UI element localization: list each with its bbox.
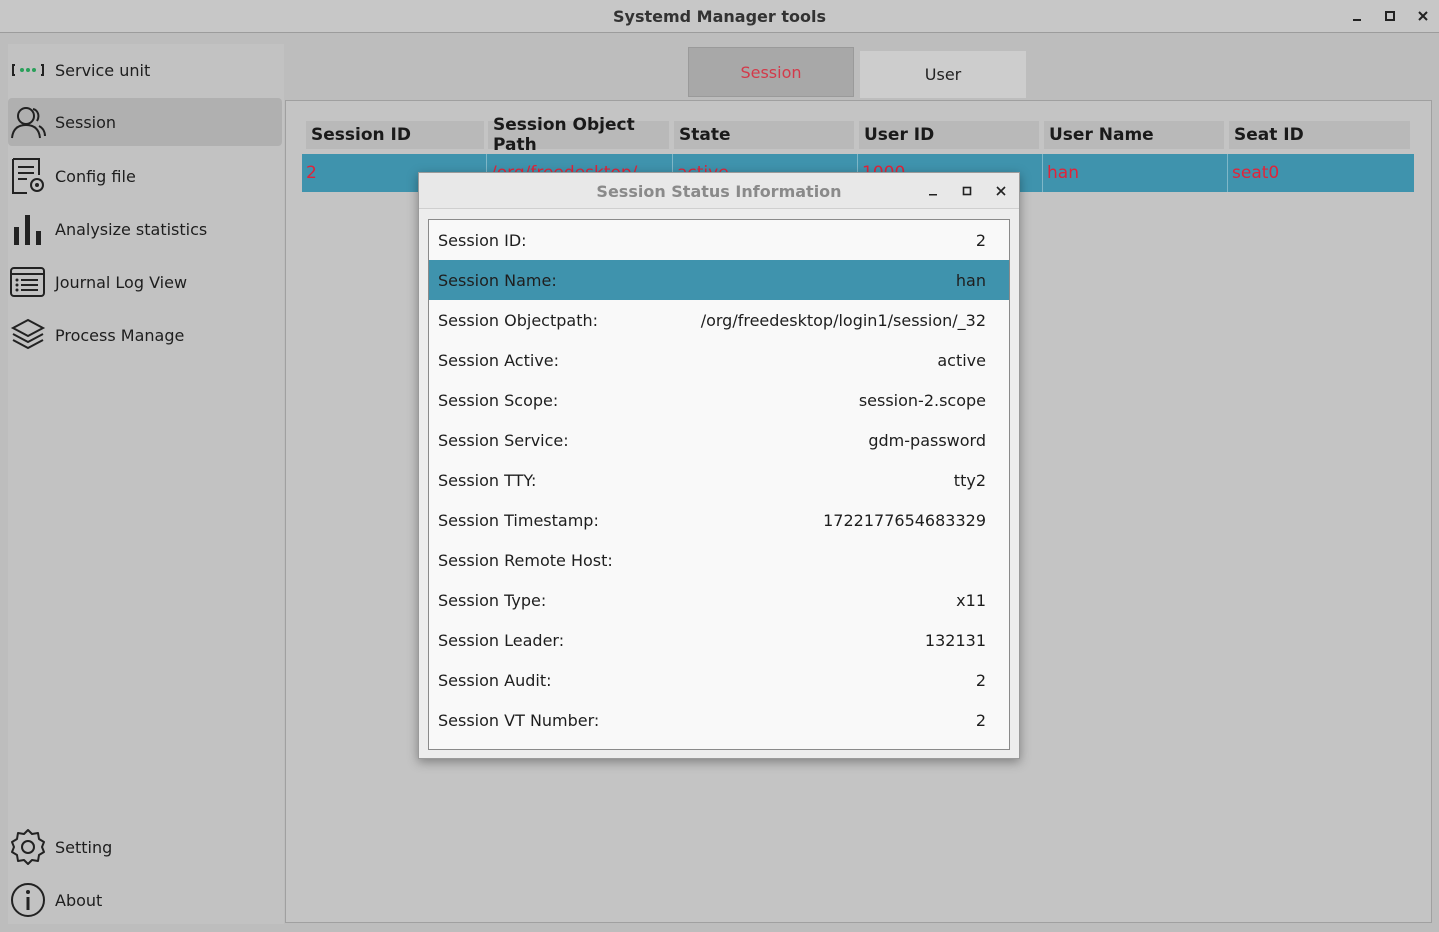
- info-label: Session Timestamp:: [438, 510, 599, 530]
- sidebar-item-config-file[interactable]: Config file: [8, 152, 282, 200]
- info-row[interactable]: Session Scope: session-2.scope: [429, 380, 1009, 420]
- session-status-dialog: Session Status Information Session ID: 2 S…: [418, 172, 1020, 759]
- info-row[interactable]: Session Objectpath: /org/freedesktop/logi…: [429, 300, 1009, 340]
- cell-seat-id: seat0: [1232, 163, 1280, 183]
- close-icon: [1418, 11, 1428, 21]
- info-value: 2: [975, 670, 986, 690]
- config-file-icon: [8, 156, 48, 196]
- column-header-user-id[interactable]: User ID: [859, 121, 1039, 149]
- sidebar-item-label: Analysize statistics: [55, 219, 208, 239]
- info-label: Session Scope:: [438, 390, 559, 410]
- dialog-maximize-button[interactable]: [957, 181, 977, 201]
- tab-user[interactable]: User: [860, 51, 1026, 98]
- sidebar-item-label: Journal Log View: [55, 272, 188, 292]
- sidebar-item-label: Setting: [55, 837, 113, 857]
- info-value: 2: [975, 230, 986, 250]
- info-row[interactable]: Session Leader: 132131: [429, 620, 1009, 660]
- dialog-minimize-button[interactable]: [923, 181, 943, 201]
- info-label: Session Remote Host:: [438, 550, 613, 570]
- info-label: Session Name:: [438, 270, 557, 290]
- info-icon: [8, 880, 48, 920]
- session-info-list: Session ID: 2 Session Name: han Session Obje…: [428, 219, 1010, 750]
- tab-session[interactable]: Session: [688, 47, 854, 97]
- dialog-titlebar[interactable]: Session Status Information: [419, 173, 1019, 209]
- close-button[interactable]: [1411, 4, 1435, 28]
- sidebar-item-session[interactable]: Session: [8, 98, 282, 146]
- bar-chart-icon: [8, 209, 48, 249]
- close-icon: [996, 186, 1006, 196]
- journal-icon: [8, 262, 48, 302]
- info-label: Session Audit:: [438, 670, 552, 690]
- info-row[interactable]: Session Timestamp: 1722177654683329: [429, 500, 1009, 540]
- info-row[interactable]: Session Service: gdm-password: [429, 420, 1009, 460]
- sidebar-item-label: Config file: [55, 166, 136, 186]
- info-row[interactable]: Session VT Number: 2: [429, 700, 1009, 740]
- info-value: han: [955, 270, 986, 290]
- info-value: 1722177654683329: [823, 510, 986, 530]
- sidebar-item-about[interactable]: About: [8, 876, 282, 924]
- sidebar-item-label: Service unit: [55, 60, 151, 80]
- window-title: Systemd Manager tools: [613, 7, 826, 26]
- info-label: Session Service:: [438, 430, 569, 450]
- layers-icon: [8, 315, 48, 355]
- info-value: 2: [975, 710, 986, 730]
- info-value: x11: [956, 590, 986, 610]
- column-header-session-object-path[interactable]: Session Object Path: [488, 115, 669, 155]
- sidebar-item-label: About: [55, 890, 103, 910]
- info-label: Session VT Number:: [438, 710, 600, 730]
- column-header-seat-id[interactable]: Seat ID: [1229, 121, 1410, 149]
- info-row[interactable]: Session Audit: 2: [429, 660, 1009, 700]
- info-label: Session TTY:: [438, 470, 537, 490]
- user-icon: [8, 102, 48, 142]
- sidebar-item-journal-log-view[interactable]: Journal Log View: [8, 258, 282, 306]
- sidebar-item-setting[interactable]: Setting: [8, 823, 282, 871]
- info-label: Session Active:: [438, 350, 560, 370]
- maximize-icon: [962, 186, 972, 196]
- info-value: active: [937, 350, 986, 370]
- info-row[interactable]: Session Remote Host:: [429, 540, 1009, 580]
- info-label: Session Objectpath:: [438, 310, 599, 330]
- info-row[interactable]: Session TTY: tty2: [429, 460, 1009, 500]
- dialog-close-button[interactable]: [991, 181, 1011, 201]
- maximize-icon: [1385, 11, 1395, 21]
- cell-user-name: han: [1043, 154, 1228, 192]
- info-value: tty2: [953, 470, 986, 490]
- sidebar: Service unit Session Config file Analysi…: [8, 44, 284, 924]
- info-label: Session Leader:: [438, 630, 565, 650]
- maximize-button[interactable]: [1378, 4, 1402, 28]
- gear-icon: [8, 827, 48, 867]
- sidebar-item-label: Process Manage: [55, 325, 185, 345]
- minimize-icon: [1353, 19, 1361, 21]
- sidebar-item-service-unit[interactable]: Service unit: [8, 46, 282, 94]
- info-row[interactable]: Session ID: 2: [429, 220, 1009, 260]
- info-value: gdm-password: [868, 430, 986, 450]
- column-header-state[interactable]: State: [674, 121, 854, 149]
- info-value: /org/freedesktop/login1/session/_32: [700, 310, 986, 330]
- column-header-user-name[interactable]: User Name: [1044, 121, 1224, 149]
- info-row[interactable]: Session Active: active: [429, 340, 1009, 380]
- sidebar-item-process-manage[interactable]: Process Manage: [8, 311, 282, 359]
- minimize-button[interactable]: [1345, 4, 1369, 28]
- info-value: session-2.scope: [858, 390, 986, 410]
- info-label: Session Type:: [438, 590, 547, 610]
- info-row[interactable]: Session Type: x11: [429, 580, 1009, 620]
- info-label: Session ID:: [438, 230, 527, 250]
- column-header-session-id[interactable]: Session ID: [306, 121, 484, 149]
- minimize-icon: [929, 194, 937, 196]
- info-row[interactable]: Session Name: han: [429, 260, 1009, 300]
- info-value: 132131: [924, 630, 986, 650]
- window-titlebar: Systemd Manager tools: [0, 0, 1439, 33]
- sidebar-item-label: Session: [55, 112, 117, 132]
- service-unit-icon: [8, 50, 48, 90]
- sidebar-item-analysize-statistics[interactable]: Analysize statistics: [8, 205, 282, 253]
